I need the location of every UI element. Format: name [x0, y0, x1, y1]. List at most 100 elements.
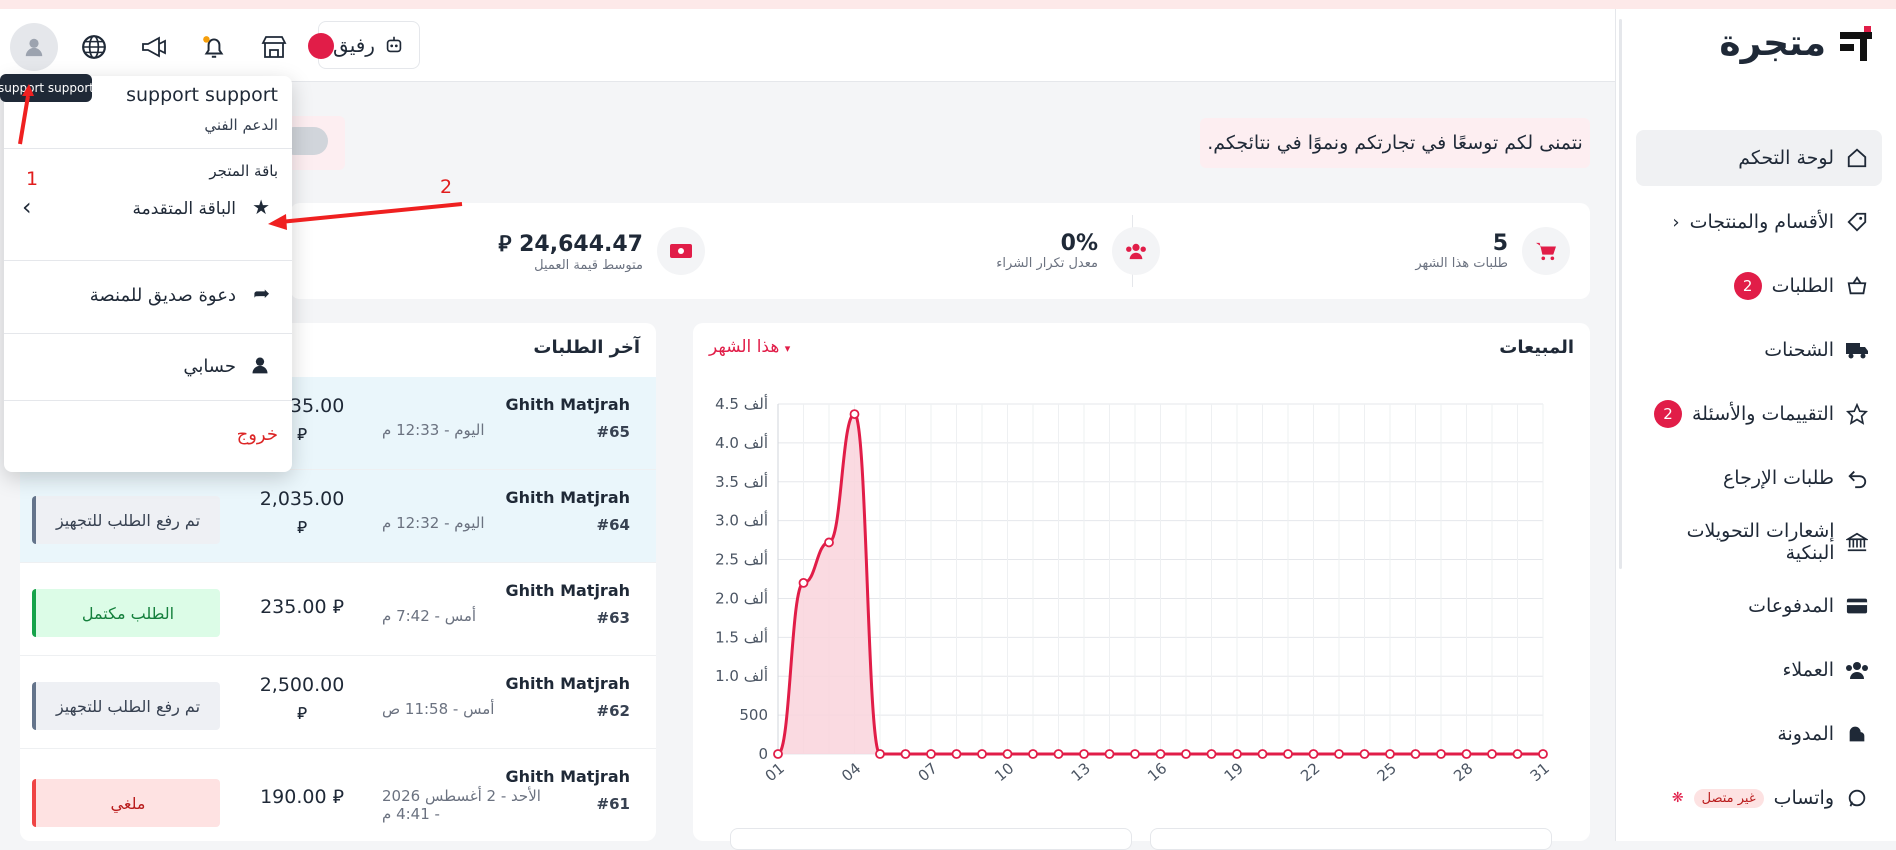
order-date: الأحد - 2 أغسطس 2026 - 4:41 م — [382, 787, 541, 823]
sales-point[interactable] — [1104, 749, 1115, 759]
language-button[interactable] — [70, 23, 118, 71]
sales-point[interactable] — [951, 749, 962, 759]
order-row[interactable]: Ghith Matjrah #62 أمس - 11:58 ص 2,500.00… — [20, 656, 656, 749]
store-button[interactable] — [250, 23, 298, 71]
sales-range-label: هذا الشهر — [709, 337, 780, 357]
sales-point[interactable] — [1002, 749, 1013, 759]
sidebar-item-label: الشحنات — [1764, 339, 1834, 361]
sidebar-item-label: المدونة — [1777, 723, 1834, 745]
sales-point[interactable] — [1308, 749, 1319, 759]
basket-icon — [1844, 273, 1870, 299]
y-tick-label: 4.5 ألف — [715, 394, 768, 413]
announcements-button[interactable] — [130, 23, 178, 71]
invite-friend-menu-item[interactable]: ➦ دعوة صديق للمنصة — [4, 271, 292, 319]
tag-icon — [1844, 209, 1870, 235]
sales-point[interactable] — [1334, 749, 1344, 759]
sidebar-item-returns[interactable]: طلبات الإرجاع — [1636, 450, 1882, 506]
y-tick-label: 500 — [739, 706, 768, 724]
sidebar-item-label: لوحة التحكم — [1738, 147, 1834, 169]
sales-point[interactable] — [1436, 749, 1446, 759]
x-tick-label: 31 — [1527, 759, 1553, 785]
cart-icon — [1522, 227, 1570, 275]
sales-point[interactable] — [1538, 749, 1548, 759]
sidebar-item-bank-transfers[interactable]: إشعارات التحويلات البنكية — [1636, 514, 1882, 570]
sales-point[interactable] — [1385, 749, 1395, 759]
robot-icon — [386, 36, 402, 53]
sidebar-item-label: الطلبات — [1771, 275, 1834, 297]
y-tick-label: 2.5 ألف — [715, 550, 768, 569]
sales-point[interactable] — [1130, 749, 1140, 759]
sales-point[interactable] — [1461, 749, 1472, 759]
my-account-menu-item[interactable]: حسابي — [4, 342, 292, 390]
sales-point[interactable] — [798, 577, 809, 588]
sales-point[interactable] — [773, 749, 783, 759]
sales-point[interactable] — [849, 409, 860, 420]
riyal-icon: ⃁ — [332, 786, 344, 808]
sidebar-scrollbar[interactable] — [1619, 19, 1622, 569]
sales-point[interactable] — [1079, 749, 1089, 759]
sales-point[interactable] — [1206, 749, 1217, 759]
welcome-banner: نتمنى لكم توسعًا في تجارتكم ونموًا في نت… — [1200, 118, 1590, 168]
user-avatar-button[interactable] — [10, 23, 58, 71]
sidebar-item-reviews[interactable]: التقييمات والأسئلة 2 — [1636, 386, 1882, 442]
sales-point[interactable] — [1155, 749, 1166, 759]
y-tick-label: 2.0 ألف — [715, 588, 768, 607]
sidebar-item-customers[interactable]: العملاء — [1636, 642, 1882, 698]
sales-point[interactable] — [1487, 749, 1497, 759]
stat-label: طلبات هذا الشهر — [1415, 256, 1508, 271]
sales-point[interactable] — [1359, 749, 1370, 759]
sales-point[interactable] — [977, 749, 987, 759]
order-id: #65 — [596, 423, 630, 441]
chevron-left-icon: ‹ — [1672, 211, 1680, 233]
sidebar-item-dashboard[interactable]: لوحة التحكم — [1636, 130, 1882, 186]
logo-text: متجرة — [1719, 23, 1826, 64]
order-customer: Ghith Matjrah — [505, 674, 630, 693]
sidebar-item-shipments[interactable]: الشحنات — [1636, 322, 1882, 378]
sales-point[interactable] — [875, 749, 885, 759]
sales-point[interactable] — [926, 749, 936, 759]
logout-menu-item[interactable]: خروج — [4, 410, 292, 458]
stat-customer-value: 24,644.47 ⃁ متوسط قيمة العميل — [498, 203, 705, 299]
sales-point[interactable] — [1053, 749, 1064, 759]
sales-point[interactable] — [1232, 749, 1242, 759]
stat-monthly-orders: 5 طلبات هذا الشهر — [1415, 203, 1570, 299]
reviews-count-badge: 2 — [1654, 400, 1682, 428]
sales-point[interactable] — [1257, 749, 1268, 759]
sales-point[interactable] — [1410, 749, 1421, 759]
stat-value: 0% — [1060, 231, 1098, 256]
sales-point[interactable] — [1512, 749, 1523, 759]
stat-label: معدل تكرار الشراء — [996, 256, 1098, 271]
sales-point[interactable] — [824, 537, 834, 548]
order-row[interactable]: Ghith Matjrah #61 الأحد - 2 أغسطس 2026 -… — [20, 749, 656, 841]
order-row[interactable]: Ghith Matjrah #64 اليوم - 12:32 م 2,035.… — [20, 470, 656, 563]
top-header: رفيق — [0, 9, 1615, 82]
share-icon: ➦ — [253, 281, 270, 305]
sales-point[interactable] — [900, 749, 911, 759]
sidebar-item-label: العملاء — [1782, 659, 1835, 681]
store-icon — [261, 36, 287, 58]
x-tick-label: 10 — [991, 759, 1017, 785]
riyal-icon: ⃁ — [296, 518, 308, 538]
sales-point[interactable] — [1283, 749, 1293, 759]
users-icon — [1112, 227, 1160, 275]
order-status-badge: الطلب مكتمل — [32, 589, 220, 637]
sidebar-item-payments[interactable]: المدفوعات — [1636, 578, 1882, 634]
sidebar-item-blog[interactable]: المدونة — [1636, 706, 1882, 762]
x-tick-label: 25 — [1374, 759, 1400, 785]
sidebar-item-orders[interactable]: الطلبات 2 — [1636, 258, 1882, 314]
card-icon — [1844, 593, 1870, 619]
sub-card — [1150, 828, 1552, 850]
order-amount: 2,035.00 — [259, 488, 345, 510]
sidebar-item-whatsapp[interactable]: واتساب غير متصل ❋ — [1636, 770, 1882, 826]
logo[interactable]: متجرة — [1719, 23, 1876, 64]
order-row[interactable]: Ghith Matjrah #63 أمس - 7:42 م 235.00 ⃁ … — [20, 563, 656, 656]
package-name: الباقة المتقدمة — [132, 199, 236, 219]
account-label: حسابي — [183, 356, 236, 377]
sales-range-dropdown[interactable]: هذا الشهر ▾ — [709, 337, 790, 357]
sales-point[interactable] — [1181, 749, 1191, 759]
sales-point[interactable] — [1028, 749, 1038, 759]
notifications-button[interactable] — [190, 23, 238, 71]
dropdown-user-name: support support — [126, 84, 278, 106]
sidebar-item-categories-products[interactable]: الأقسام والمنتجات ‹ — [1636, 194, 1882, 250]
package-menu-item[interactable]: ★ الباقة المتقدمة ‹ — [4, 191, 292, 231]
